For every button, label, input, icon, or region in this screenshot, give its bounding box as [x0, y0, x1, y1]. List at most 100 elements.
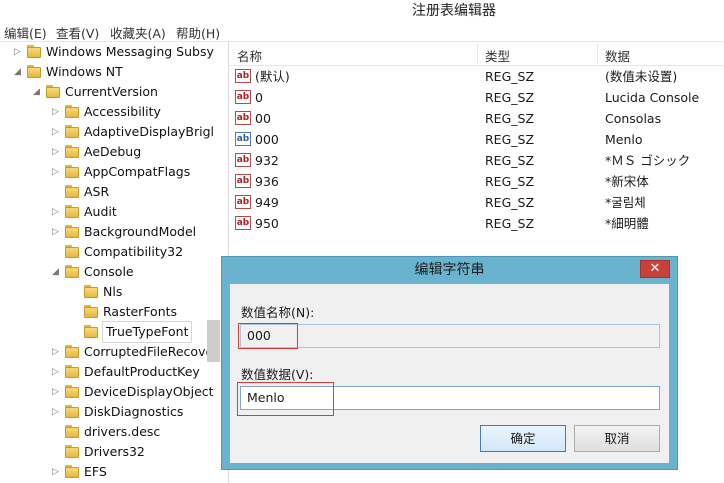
- folder-icon: [65, 465, 79, 479]
- tree-item-label: Windows Messaging Subsy: [46, 44, 214, 59]
- column-data[interactable]: 数据: [605, 46, 630, 65]
- tree-item[interactable]: ▷ DefaultProductKey: [0, 362, 220, 382]
- title-bar: 注册表编辑器: [0, 0, 724, 20]
- expand-arrow-icon[interactable]: ◢: [14, 62, 24, 82]
- string-value-icon: ab: [235, 132, 251, 146]
- list-row[interactable]: ab (默认) REG_SZ (数值未设置): [229, 66, 724, 87]
- cell-data: (数值未设置): [605, 69, 678, 84]
- expand-arrow-icon[interactable]: ▷: [52, 362, 62, 382]
- tree-item[interactable]: Compatibility32: [0, 242, 220, 262]
- tree-item[interactable]: drivers.desc: [0, 422, 220, 442]
- menu-help[interactable]: 帮助(H): [176, 23, 220, 42]
- list-row[interactable]: ab 932 REG_SZ *ＭＳ ゴシック: [229, 150, 724, 171]
- tree-item-label: DiskDiagnostics: [84, 404, 184, 419]
- tree-item[interactable]: ▷ Windows Messaging Subsy: [0, 42, 220, 62]
- tree-item[interactable]: ASR: [0, 182, 220, 202]
- ok-button[interactable]: 确定: [480, 425, 566, 452]
- tree-item[interactable]: ▷ AdaptiveDisplayBrigl: [0, 122, 220, 142]
- tree-item[interactable]: ▷ BackgroundModel: [0, 222, 220, 242]
- dialog-title: 编辑字符串: [414, 262, 485, 278]
- tree-item[interactable]: ◢ CurrentVersion: [0, 82, 220, 102]
- folder-icon: [84, 285, 98, 299]
- tree-item[interactable]: ◢ Windows NT: [0, 62, 220, 82]
- tree-item[interactable]: RasterFonts: [0, 302, 220, 322]
- expand-arrow-icon[interactable]: ▷: [52, 462, 62, 482]
- list-header: 名称 类型 数据: [229, 42, 724, 66]
- column-type[interactable]: 类型: [485, 46, 510, 65]
- tree-item[interactable]: ▷ DeviceDisplayObject: [0, 382, 220, 402]
- tree-item-label: AdaptiveDisplayBrigl: [84, 124, 214, 139]
- tree-item[interactable]: Nls: [0, 282, 220, 302]
- dialog-body: 数值名称(N): 000 数值数据(V): Menlo 确定 取消: [230, 284, 669, 463]
- list-row[interactable]: ab 0 REG_SZ Lucida Console: [229, 87, 724, 108]
- list-row[interactable]: ab 936 REG_SZ *新宋体: [229, 171, 724, 192]
- folder-icon: [27, 45, 41, 59]
- expand-arrow-icon[interactable]: ▷: [52, 202, 62, 222]
- cell-name: 000: [255, 132, 279, 147]
- value-name-field: 000: [240, 324, 660, 348]
- column-divider[interactable]: [597, 44, 598, 64]
- cell-name: 936: [255, 174, 279, 189]
- menu-favorites[interactable]: 收藏夹(A): [110, 23, 166, 42]
- tree-item[interactable]: ▷ AeDebug: [0, 142, 220, 162]
- close-button[interactable]: ✕: [640, 260, 670, 278]
- tree-item-label: Compatibility32: [84, 244, 184, 259]
- tree-item-label: drivers.desc: [84, 424, 161, 439]
- tree-item[interactable]: TrueTypeFont: [0, 321, 220, 343]
- cell-name: 950: [255, 216, 279, 231]
- list-row[interactable]: ab 950 REG_SZ *細明體: [229, 213, 724, 234]
- tree-item[interactable]: ▷ Audit: [0, 202, 220, 222]
- folder-icon: [65, 425, 79, 439]
- expand-arrow-icon[interactable]: ▷: [52, 342, 62, 362]
- tree-scrollbar-thumb[interactable]: [207, 320, 220, 362]
- expand-arrow-icon[interactable]: ▷: [52, 382, 62, 402]
- tree-item-label: Console: [84, 264, 134, 279]
- tree-item-label: ASR: [84, 184, 110, 199]
- cell-type: REG_SZ: [485, 195, 535, 210]
- tree-item[interactable]: ▷ CorruptedFileRecove: [0, 342, 220, 362]
- menu-bar: 编辑(E) 查看(V) 收藏夹(A) 帮助(H): [0, 20, 724, 42]
- cell-name: (默认): [255, 69, 290, 84]
- tree-item-label: Accessibility: [84, 104, 161, 119]
- folder-icon: [65, 185, 79, 199]
- expand-arrow-icon[interactable]: ▷: [14, 42, 24, 62]
- string-value-icon: ab: [235, 90, 251, 104]
- tree-item[interactable]: ▷ EFS: [0, 462, 220, 482]
- tree-item-label: BackgroundModel: [84, 224, 197, 239]
- cell-type: REG_SZ: [485, 111, 535, 126]
- registry-tree[interactable]: ▷ Windows Messaging Subsy ◢ Windows NT ◢ Curr…: [0, 42, 220, 483]
- expand-arrow-icon[interactable]: ▷: [52, 402, 62, 422]
- column-name[interactable]: 名称: [237, 46, 262, 65]
- folder-icon: [65, 125, 79, 139]
- string-value-icon: ab: [235, 195, 251, 209]
- cell-data: Menlo: [605, 132, 643, 147]
- column-divider[interactable]: [477, 44, 478, 64]
- cell-name: 00: [255, 111, 271, 126]
- tree-item[interactable]: ▷ DiskDiagnostics: [0, 402, 220, 422]
- list-row[interactable]: ab 00 REG_SZ Consolas: [229, 108, 724, 129]
- tree-item-label: TrueTypeFont: [101, 321, 193, 343]
- expand-arrow-icon[interactable]: ▷: [52, 122, 62, 142]
- tree-item[interactable]: ◢ Console: [0, 262, 220, 282]
- cell-type: REG_SZ: [485, 216, 535, 231]
- cancel-button[interactable]: 取消: [574, 425, 660, 452]
- tree-item-label: DeviceDisplayObject: [84, 384, 214, 399]
- expand-arrow-icon[interactable]: ▷: [52, 102, 62, 122]
- expand-arrow-icon[interactable]: ▷: [52, 142, 62, 162]
- cell-type: REG_SZ: [485, 132, 535, 147]
- tree-item[interactable]: ▷ AppCompatFlags: [0, 162, 220, 182]
- menu-edit[interactable]: 编辑(E): [4, 23, 47, 42]
- expand-arrow-icon[interactable]: ◢: [33, 82, 43, 102]
- tree-item[interactable]: Drivers32: [0, 442, 220, 462]
- list-row[interactable]: ab 000 REG_SZ Menlo: [229, 129, 724, 150]
- expand-arrow-icon[interactable]: ▷: [52, 162, 62, 182]
- cell-data: *ＭＳ ゴシック: [605, 153, 691, 168]
- expand-arrow-icon[interactable]: ▷: [52, 222, 62, 242]
- tree-item[interactable]: ▷ Accessibility: [0, 102, 220, 122]
- cell-type: REG_SZ: [485, 90, 535, 105]
- list-row[interactable]: ab 949 REG_SZ *굴림체: [229, 192, 724, 213]
- expand-arrow-icon[interactable]: ◢: [52, 262, 62, 282]
- menu-view[interactable]: 查看(V): [56, 23, 99, 42]
- cell-type: REG_SZ: [485, 69, 535, 84]
- cell-data: *굴림체: [605, 195, 646, 210]
